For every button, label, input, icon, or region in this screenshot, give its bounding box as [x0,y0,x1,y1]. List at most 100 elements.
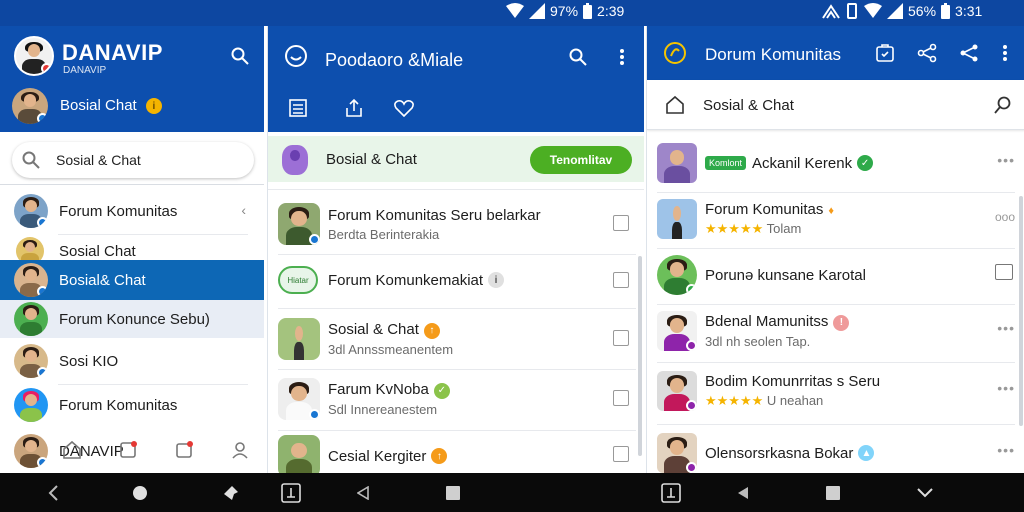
chat-item[interactable]: Hiatar Forum Komunkemakiat i [268,262,644,298]
favorite-button[interactable] [390,94,418,122]
battery-percent: 56% [908,3,937,19]
join-button[interactable]: Tenomlitav [530,146,632,174]
scrollbar[interactable] [1019,196,1023,426]
home-nav-button[interactable] [129,482,151,504]
chat-item-title: Forum Komunitas Seru belarkar [328,206,541,224]
drawer-item-selected[interactable]: Bosial& Chat [0,260,264,300]
screenshot-button[interactable] [660,482,682,504]
chat-item-title: Cesial Kergiter [328,447,427,465]
home-icon[interactable] [62,440,82,460]
home-circle-icon [133,486,147,500]
search-bar[interactable]: Sosial & Chat [12,142,254,178]
recents-button[interactable] [822,482,844,504]
list-view-button[interactable] [284,94,312,122]
profile-icon[interactable] [230,440,250,460]
divider [657,424,1015,425]
drawer-item[interactable]: Forum Komunitas ‹ [0,192,264,230]
forum-item[interactable]: Komlont Ackanil Kerenk ✓ ••• [647,140,1024,186]
home-button[interactable] [661,91,689,119]
search-input[interactable]: Sosial & Chat [56,152,141,168]
bookmark-icon[interactable] [613,390,629,406]
divider [278,308,636,309]
panel-chat-list: Poodaoro &Miale Bosial & Chat Tenomlitav… [267,26,644,473]
share-icon [346,98,362,117]
back-button[interactable] [42,482,64,504]
more-vert-icon [620,49,624,65]
battery-icon [941,3,951,19]
more-horiz-icon[interactable]: ooo [995,210,1015,224]
star-rating-icon: ★★★★★ [705,221,764,236]
calendar-icon[interactable] [995,264,1013,280]
search-button[interactable] [989,91,1017,119]
brand-badge [41,63,52,74]
share-button[interactable] [340,94,368,122]
bookmark-icon[interactable] [613,215,629,231]
chevron-left-icon[interactable]: ‹ [241,202,246,218]
user-avatar[interactable] [12,88,48,124]
bookmark-icon[interactable] [613,330,629,346]
forum-item-subtitle: 3dl nh seolen Tap. [705,333,811,349]
forum-title: Dorum Komunitas [705,45,842,64]
forum-item-title: Bodim Komunrritas s Seru [705,373,881,390]
drawer-item[interactable]: Forum Konunce Sebu) [0,300,264,338]
item-avatar [278,435,320,473]
bookmark-icon[interactable] [613,272,629,288]
screenshot-button[interactable] [280,482,302,504]
item-avatar [14,344,48,378]
forum-item[interactable]: Bdenal Mamunitss! 3dl nh seolen Tap. ••• [647,308,1024,354]
search-icon [22,151,40,169]
forum-item[interactable]: Forum Komunitas ♦ ★★★★★ Tolam ooo [647,196,1024,242]
panel-app-drawer: DANAVIP DANAVIP Bosial Chat i Sosial & C… [0,26,264,473]
notifications-icon[interactable] [118,440,138,460]
chat-item[interactable]: Cesial Kergiter ↑ [268,435,644,473]
highlight-row[interactable]: Bosial & Chat Tenomlitav [268,136,644,182]
screenshot-icon [661,483,681,503]
star-badge: ↑ [431,448,448,464]
more-horiz-icon[interactable]: ••• [997,320,1015,336]
bookmark-icon[interactable] [613,446,629,462]
share-button[interactable] [913,39,941,67]
item-avatar [657,433,697,473]
recents-square-icon [446,486,460,500]
chat-item-title-text: Farum KvNoba [328,381,429,399]
collapse-button[interactable] [914,482,936,504]
recents-button[interactable] [442,482,464,504]
chat-item-title: Farum KvNoba ✓ [328,381,450,399]
back-button[interactable] [352,482,374,504]
divider [657,362,1015,363]
more-horiz-icon[interactable]: ••• [997,380,1015,396]
drawer-item[interactable]: Sosi KIO [0,342,264,380]
more-menu-button[interactable] [991,39,1019,67]
new-post-button[interactable] [871,39,899,67]
back-button[interactable] [732,482,754,504]
chat-item[interactable]: Forum Komunitas Seru belarkar Berdta Ber… [268,201,644,247]
chat-item-title: Sosial & Chat ↑ [328,321,453,339]
more-horiz-icon[interactable]: ••• [997,442,1015,458]
forum-item-title-text: Forum Komunitas [705,201,824,218]
more-horiz-icon[interactable]: ••• [997,152,1015,168]
pin-button[interactable] [220,482,242,504]
clock: 2:39 [597,3,625,19]
info-badge: ! [833,314,850,331]
forum-item[interactable]: Bodim Komunrritas s Seru ★★★★★ U neahan … [647,368,1024,414]
drawer-item[interactable]: Forum Komunitas [0,386,264,424]
more-menu-button[interactable] [608,43,636,71]
rating: ★★★★★ Tolam [705,221,834,237]
item-avatar [14,434,48,468]
info-badge: i [488,272,505,288]
star-badge: ↑ [423,322,440,339]
share-alt-button[interactable] [955,39,983,67]
search-button[interactable] [564,43,592,71]
verified-badge: ✓ [433,382,450,399]
app-logo-button[interactable] [661,39,689,67]
forum-item-subtitle: Tolam [766,221,802,236]
chat-icon[interactable] [174,440,194,460]
chat-item[interactable]: Sosial & Chat ↑ 3dl Annssmeanentem [268,316,644,362]
forum-item[interactable]: Olensorsrkasna Bokar ▲ ••• [647,430,1024,473]
scrollbar[interactable] [638,256,642,456]
search-button[interactable] [226,42,254,70]
chat-item[interactable]: Farum KvNoba ✓ Sdl Innereanestem [268,376,644,422]
forum-item[interactable]: Porunə kunsane Karotal [647,252,1024,298]
app-logo-button[interactable] [282,42,310,70]
divider [657,192,1015,193]
